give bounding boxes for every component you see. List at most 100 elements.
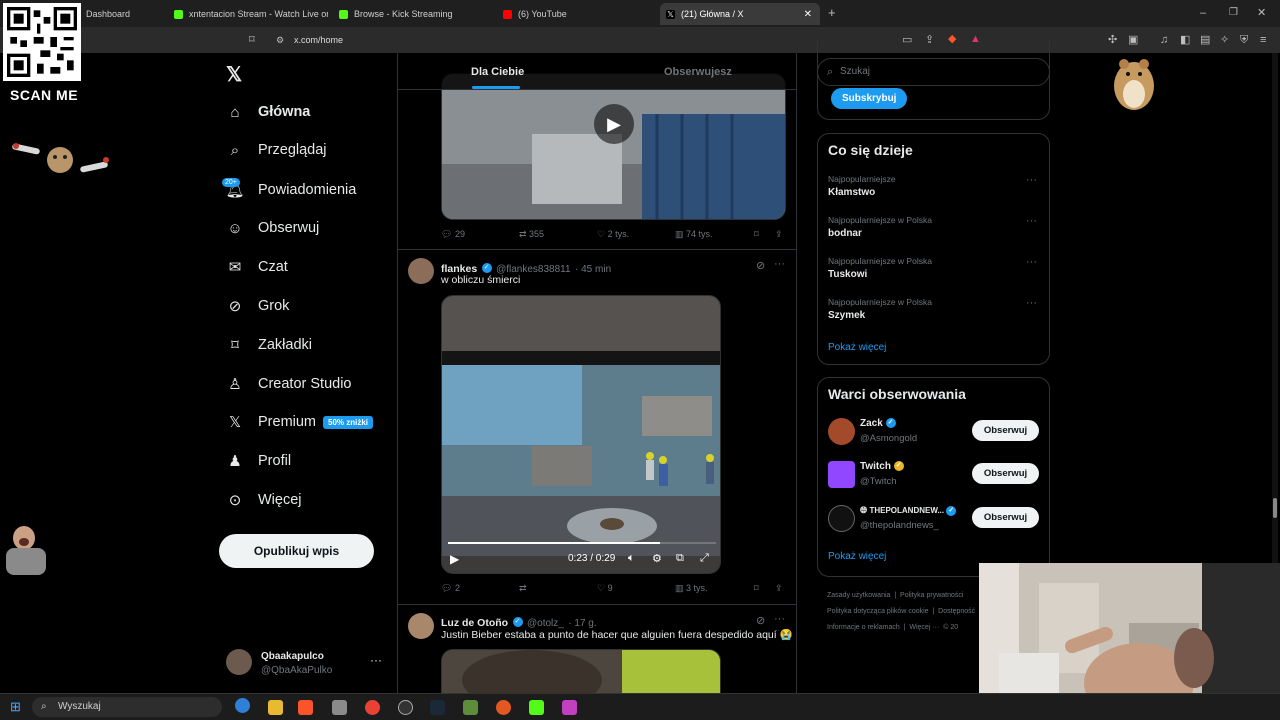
trend-name[interactable]: Szymek <box>828 310 865 321</box>
bookmark-icon[interactable]: ⌑ <box>249 34 255 46</box>
like-button[interactable]: ♡ 2 tys. <box>597 229 629 240</box>
tab-youtube[interactable]: (6) YouTube <box>497 3 657 25</box>
tweet-video[interactable]: ▶ 0:23 / 0:29 🔈︎ ⚙ ⧉ ⤢ <box>441 295 721 574</box>
like-button[interactable]: ♡ 9 <box>597 583 613 594</box>
nav-creator-studio[interactable]: ♙ Creator Studio <box>226 369 351 399</box>
app-icon[interactable] <box>562 700 577 715</box>
trend-name[interactable]: Tuskowi <box>828 269 867 280</box>
menu-icon[interactable]: ≡ <box>1260 34 1266 46</box>
brave-icon[interactable] <box>298 700 313 715</box>
footer-link[interactable]: Więcej ··· <box>909 624 939 631</box>
footer-link[interactable]: Zasady użytkowania <box>827 592 890 599</box>
tab-kick-stream[interactable]: xntentacion Stream - Watch Live on K <box>168 3 328 25</box>
kick-icon[interactable] <box>529 700 544 715</box>
more-dots-icon[interactable]: ··· <box>370 653 382 667</box>
show-more-link[interactable]: Pokaż więcej <box>828 342 886 353</box>
nav-profile[interactable]: ♟ Profil <box>226 446 291 476</box>
more-dots-icon[interactable]: ··· <box>1026 174 1037 186</box>
grok-icon[interactable]: ⊘ <box>756 614 765 627</box>
site-info-icon[interactable]: ⚙ <box>276 34 284 46</box>
edge-icon[interactable] <box>235 698 250 713</box>
repost-button[interactable]: ⇄ <box>519 583 527 594</box>
steam-icon[interactable] <box>430 700 445 715</box>
avatar[interactable] <box>828 418 855 445</box>
views-button[interactable]: ▥ 3 tys. <box>675 583 708 594</box>
nav-bookmarks[interactable]: ⌑ Zakładki <box>226 330 312 360</box>
tab-kick-browse[interactable]: Browse - Kick Streaming <box>333 3 493 25</box>
play-icon[interactable]: ▶ <box>594 104 634 144</box>
video-progress-bar[interactable] <box>448 542 716 544</box>
obs-icon[interactable] <box>398 700 413 715</box>
minimize-icon[interactable]: – <box>1200 7 1206 19</box>
show-more-link[interactable]: Pokaż więcej <box>828 551 886 562</box>
subscribe-button[interactable]: Subskrybuj <box>831 88 908 109</box>
app-icon[interactable] <box>332 700 347 715</box>
twitch-logo-icon[interactable] <box>828 461 855 488</box>
tab-x-home[interactable]: 𝕏 (21) Główna / X ✕ <box>660 3 820 25</box>
account-name[interactable]: Twitch ✓ <box>860 461 904 472</box>
tab-for-you[interactable]: Dla Ciebie <box>471 66 524 78</box>
more-dots-icon[interactable]: ··· <box>774 258 785 270</box>
repost-button[interactable]: ⇄ 355 <box>519 229 544 240</box>
sidebar-icon[interactable]: ◧ <box>1180 34 1190 46</box>
file-explorer-icon[interactable] <box>268 700 283 715</box>
nav-chat[interactable]: ✉ Czat <box>226 252 288 282</box>
taskbar-search[interactable]: ⌕ Wyszukaj <box>32 697 222 717</box>
wallet-icon[interactable]: ▤ <box>1200 34 1210 46</box>
x-logo-icon[interactable]: 𝕏 <box>226 62 242 87</box>
bookmark-icon[interactable]: ⌑ <box>754 583 759 594</box>
share-icon[interactable]: ⇪ <box>775 229 783 240</box>
nav-notifications[interactable]: 🔔︎ Powiadomienia <box>225 175 356 205</box>
settings-icon[interactable]: ⚙ <box>652 552 662 565</box>
leo-ai-icon[interactable]: ✧ <box>1220 34 1229 46</box>
windows-start-icon[interactable]: ⊞ <box>10 699 21 715</box>
nav-premium[interactable]: 𝕏 Premium <box>226 407 316 437</box>
tweet-video[interactable]: ▶ <box>441 73 786 220</box>
follow-button[interactable]: Obserwuj <box>972 507 1039 528</box>
views-button[interactable]: ▥ 74 tys. <box>675 229 713 240</box>
avatar[interactable] <box>828 505 855 532</box>
app-icon[interactable] <box>496 700 511 715</box>
trend-name[interactable]: bodnar <box>828 228 862 239</box>
more-dots-icon[interactable]: ··· <box>774 613 785 625</box>
minecraft-icon[interactable] <box>463 700 478 715</box>
tab-dashboard[interactable]: Dashboard <box>80 3 168 25</box>
share-icon[interactable]: ⇪ <box>775 583 783 594</box>
nav-home[interactable]: ⌂ Główna <box>226 97 310 127</box>
post-button[interactable]: Opublikuj wpis <box>219 534 374 568</box>
tab-following[interactable]: Obserwujesz <box>664 66 732 78</box>
close-tab-icon[interactable]: ✕ <box>804 9 812 20</box>
nav-follow[interactable]: ☺ Obserwuj <box>226 213 319 243</box>
account-name[interactable]: 🌐︎ THEPOLANDNEW... ✓ <box>860 505 957 516</box>
new-tab-button[interactable]: + <box>828 6 836 19</box>
tweet-time[interactable]: · 45 min <box>575 264 611 275</box>
nav-more[interactable]: ⊙ Więcej <box>226 485 302 515</box>
grok-icon[interactable]: ⊘ <box>756 259 765 272</box>
volume-icon[interactable]: 🔈︎ <box>628 552 635 565</box>
trend-name[interactable]: Kłamstwo <box>828 187 875 198</box>
footer-link[interactable]: Polityka prywatności <box>900 592 963 599</box>
follow-button[interactable]: Obserwuj <box>972 420 1039 441</box>
avatar[interactable] <box>408 258 434 284</box>
play-icon[interactable]: ▶ <box>450 552 459 566</box>
avatar[interactable] <box>408 613 434 639</box>
reply-button[interactable]: 💬︎ 2 <box>441 583 460 594</box>
nav-grok[interactable]: ⊘ Grok <box>226 291 290 321</box>
footer-link[interactable]: Polityka dotycząca plików cookie <box>827 608 929 615</box>
footer-link[interactable]: Informacje o reklamach <box>827 624 900 631</box>
picture-in-picture-icon[interactable]: ⧉ <box>676 552 684 565</box>
more-dots-icon[interactable]: ··· <box>1026 297 1037 309</box>
vpn-icon[interactable]: ⛨ <box>1240 34 1248 46</box>
footer-link[interactable]: Dostępność <box>938 608 975 615</box>
fullscreen-icon[interactable]: ⤢ <box>700 552 709 565</box>
bookmark-icon[interactable]: ⌑ <box>754 229 759 240</box>
scrollbar-thumb[interactable] <box>1273 498 1277 518</box>
restore-icon[interactable]: ❐ <box>1229 7 1238 19</box>
nav-explore[interactable]: ⌕ Przeglądaj <box>226 135 327 165</box>
account-name[interactable]: Zack ✓ <box>860 418 896 429</box>
follow-button[interactable]: Obserwuj <box>972 463 1039 484</box>
tweet-video[interactable] <box>441 649 721 693</box>
more-dots-icon[interactable]: ··· <box>1026 256 1037 268</box>
chrome-icon[interactable] <box>365 700 380 715</box>
window-close-icon[interactable]: ✕ <box>1257 7 1266 19</box>
